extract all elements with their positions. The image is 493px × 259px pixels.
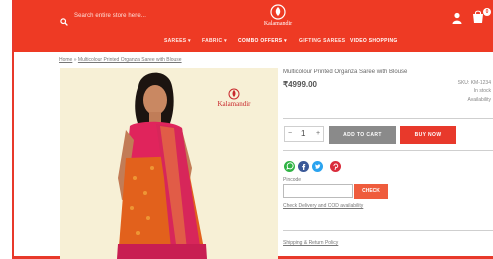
return-policy-link[interactable]: Shipping & Return Policy <box>283 240 338 246</box>
nav-item-combo-offers[interactable]: COMBO OFFERS ▾ <box>238 38 287 44</box>
buy-now-button[interactable]: BUY NOW <box>400 126 456 144</box>
logo-mark-icon <box>270 4 286 20</box>
main-nav: SAREES ▾ FABRIC ▾ COMBO OFFERS ▾ GIFTING… <box>14 36 493 48</box>
quantity-value[interactable]: 1 <box>301 129 305 138</box>
check-pincode-button[interactable]: CHECK <box>354 184 388 199</box>
divider <box>283 150 493 151</box>
divider <box>283 118 493 119</box>
twitter-icon[interactable] <box>312 161 323 172</box>
nav-item-video-shopping[interactable]: VIDEO SHOPPING <box>350 38 398 44</box>
product-image[interactable]: Kalamandir <box>60 68 278 259</box>
product-availability: Availability <box>467 97 491 103</box>
breadcrumb-home[interactable]: Home <box>59 57 72 63</box>
delivery-availability-link[interactable]: Check Delivery and COD availability <box>283 203 363 209</box>
facebook-icon[interactable] <box>298 161 309 172</box>
cart-count-badge: 0 <box>483 8 491 16</box>
product-price: ₹4999.00 <box>283 80 318 89</box>
user-icon[interactable] <box>452 11 462 24</box>
add-to-cart-button[interactable]: ADD TO CART <box>329 126 396 144</box>
product-title: Multicolour Printed Organza Saree with B… <box>283 69 408 75</box>
breadcrumb: Home » Multicolour Printed Organza Saree… <box>59 57 182 63</box>
image-brand-logo: Kalamandir <box>217 100 251 108</box>
whatsapp-icon[interactable] <box>284 161 295 172</box>
model-in-saree-illustration: Kalamandir <box>60 68 278 259</box>
breadcrumb-current: Multicolour Printed Organza Saree with B… <box>77 57 182 63</box>
pincode-input[interactable] <box>283 184 353 198</box>
divider <box>283 230 493 231</box>
search-input[interactable]: Search entire store here... <box>74 13 146 19</box>
quantity-stepper[interactable]: − 1 + <box>284 126 324 142</box>
pinterest-icon[interactable] <box>330 161 341 172</box>
pincode-label: Pincode <box>283 177 302 183</box>
nav-item-gifting-sarees[interactable]: GIFTING SAREES <box>299 38 345 44</box>
brand-name: Kalamandir <box>263 21 293 27</box>
quantity-plus-icon[interactable]: + <box>316 130 320 137</box>
search-icon[interactable] <box>60 13 68 26</box>
breadcrumb-separator: » <box>73 57 77 63</box>
product-sku: SKU: KM-1234 <box>457 80 491 86</box>
product-stock: In stock <box>473 88 491 94</box>
brand-logo[interactable]: Kalamandir <box>256 4 300 32</box>
quantity-minus-icon[interactable]: − <box>288 130 292 137</box>
nav-item-fabric[interactable]: FABRIC ▾ <box>202 38 227 44</box>
nav-item-sarees[interactable]: SAREES ▾ <box>164 38 191 44</box>
